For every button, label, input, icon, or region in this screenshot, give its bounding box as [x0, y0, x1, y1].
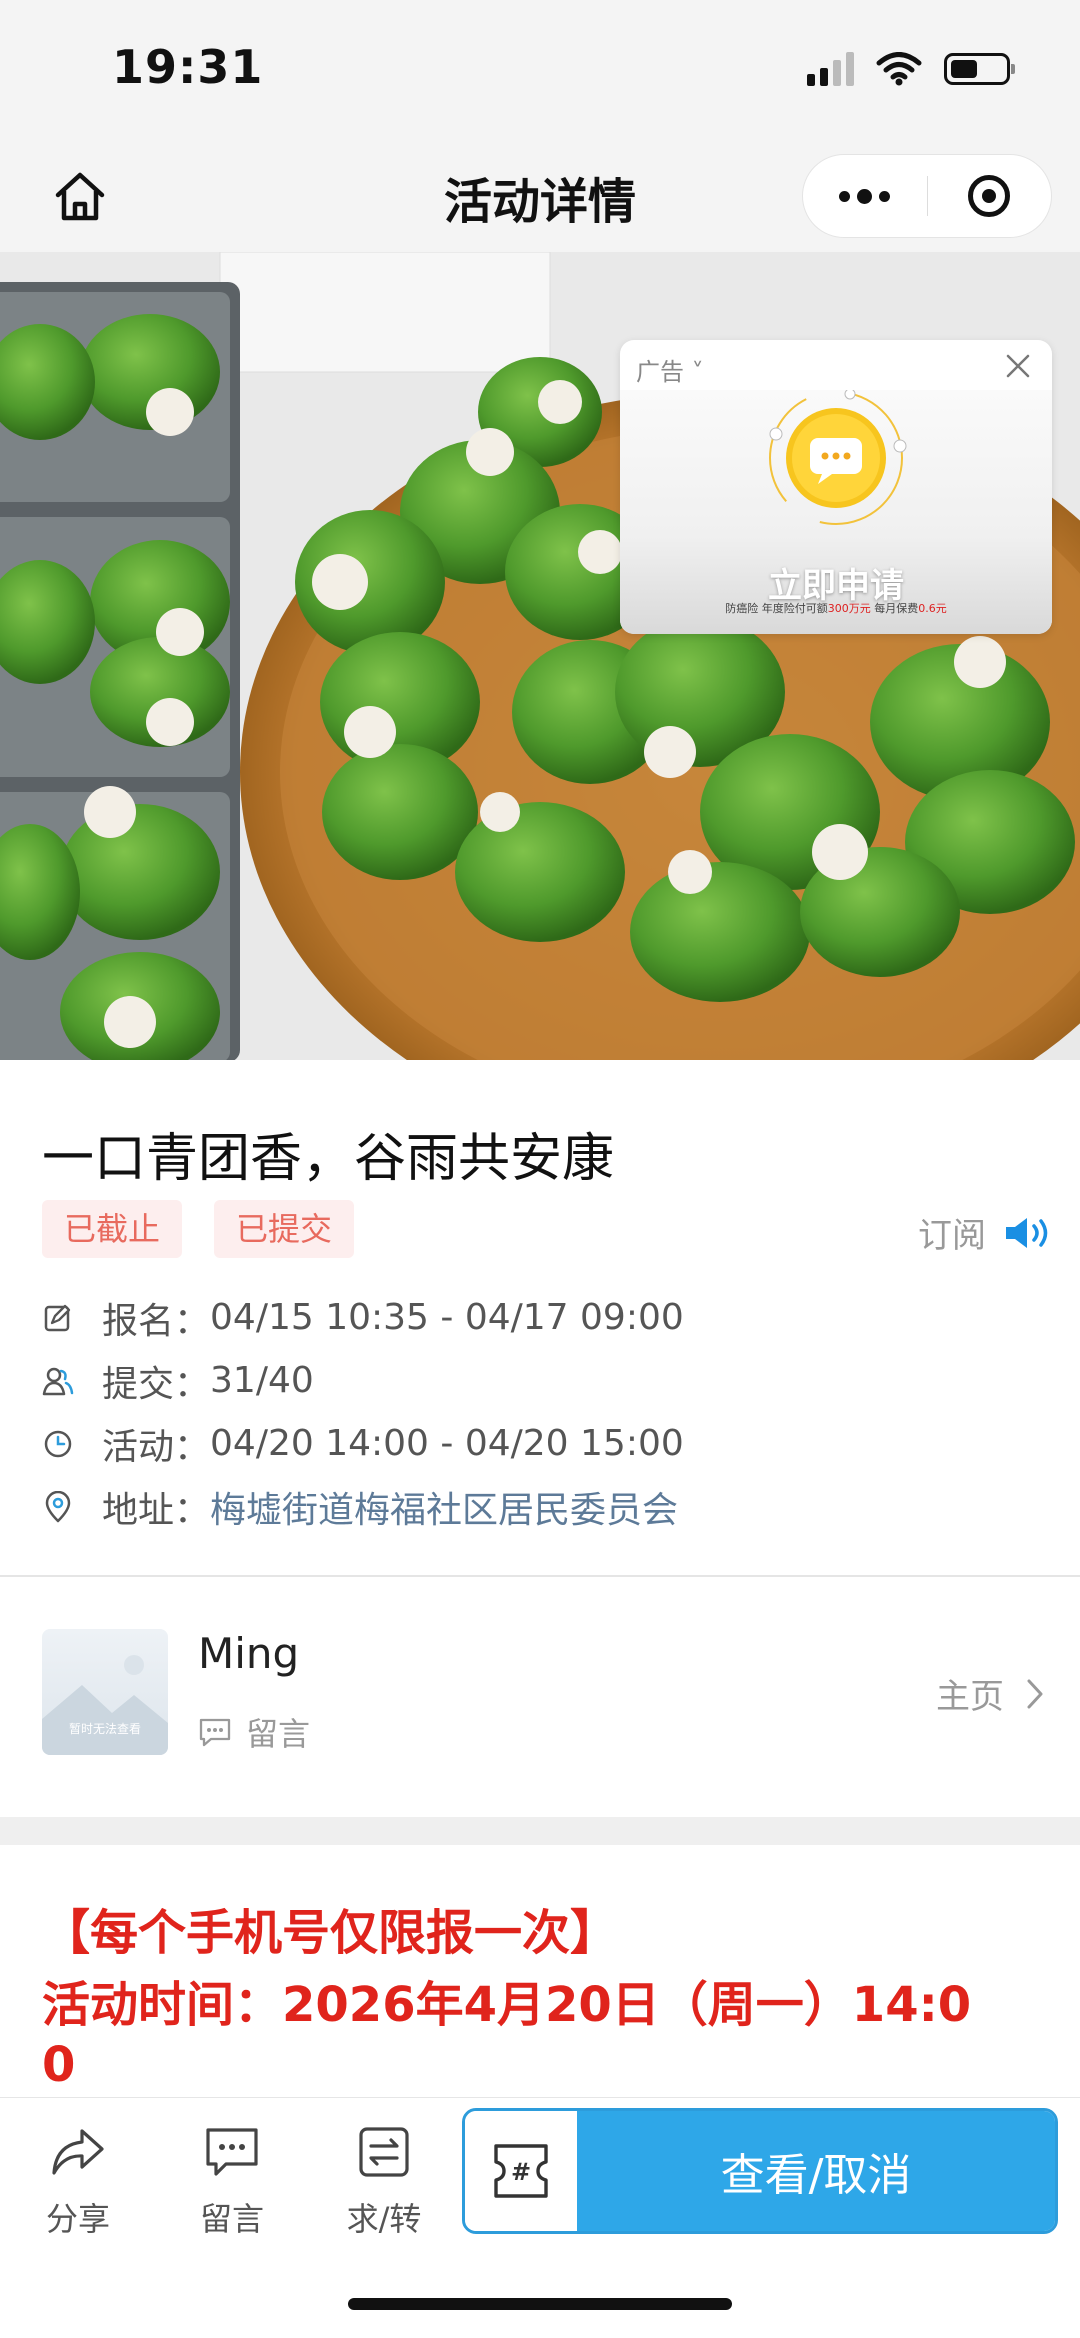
- cellular-signal-icon: [807, 52, 854, 86]
- home-indicator: [348, 2298, 732, 2310]
- transfer-icon: [359, 2127, 409, 2177]
- avatar[interactable]: 暂时无法查看: [42, 1629, 168, 1755]
- close-mini-program-button[interactable]: [928, 155, 1052, 237]
- more-dot-icon: [879, 190, 891, 202]
- people-icon: [42, 1365, 74, 1397]
- view-cancel-label: 查看/取消: [577, 2111, 1055, 2231]
- view-cancel-button[interactable]: # 查看/取消: [462, 2108, 1058, 2234]
- subscribe-button[interactable]: 订阅: [918, 1208, 1054, 1257]
- more-button[interactable]: [803, 155, 927, 237]
- subscribe-label: 订阅: [918, 1216, 986, 1256]
- address-link[interactable]: 梅墟街道梅福社区居民委员会: [210, 1481, 678, 1533]
- chat-bubble-icon: [769, 388, 907, 525]
- nav-bar: 活动详情: [0, 140, 1080, 252]
- transfer-label: 求/转: [346, 2200, 422, 2238]
- activity-time-row: 活动： 04/20 14:00 - 04/20 15:00: [42, 1412, 684, 1475]
- status-bar: 19:31: [0, 0, 1080, 140]
- ad-banner[interactable]: 广告 ˅ 立即申请 防癌险 年度险付可额300万元 每月保费0.6元: [620, 340, 1052, 634]
- speaker-icon: [1006, 1217, 1048, 1248]
- event-title: 一口青团香，谷雨共安康: [42, 1129, 615, 1189]
- comment-button[interactable]: 留言: [172, 2120, 292, 2240]
- share-button[interactable]: 分享: [18, 2120, 138, 2240]
- chevron-right-icon: [1027, 1679, 1043, 1708]
- status-badge-submitted: 已提交: [214, 1200, 355, 1258]
- organizer-message-link[interactable]: 留言: [198, 1709, 310, 1755]
- homepage-label: 主页: [936, 1677, 1004, 1717]
- signup-period-row: 报名： 04/15 10:35 - 04/17 09:00: [42, 1286, 684, 1349]
- row-value: 04/20 14:00 - 04/20 15:00: [210, 1423, 684, 1464]
- share-label: 分享: [45, 2200, 110, 2238]
- comment-icon: [206, 2128, 258, 2176]
- avatar-placeholder-text: 暂时无法查看: [68, 1722, 141, 1736]
- ad-fine-print: 防癌险 年度险付可额300万元 每月保费0.6元: [725, 602, 947, 615]
- event-info-section: 一口青团香，谷雨共安康 已截止 已提交 订阅 报名： 04/15 10:35 -…: [0, 1060, 1080, 1575]
- battery-icon: [944, 53, 1015, 85]
- wifi-icon: [876, 52, 922, 86]
- section-gap: [0, 1817, 1080, 1845]
- svg-text:#: #: [511, 2158, 531, 2186]
- message-icon: [199, 1718, 231, 1747]
- more-dot-icon: [839, 190, 851, 202]
- event-description: 【每个手机号仅限报一次】 活动时间：2026年4月20日（周一）14:0 0: [0, 1845, 1080, 2097]
- close-icon: [1006, 354, 1030, 378]
- event-details-list: 报名： 04/15 10:35 - 04/17 09:00 提交： 31/40 …: [42, 1286, 684, 1538]
- row-value: 04/15 10:35 - 04/17 09:00: [210, 1297, 684, 1338]
- mini-program-capsule: [802, 154, 1052, 238]
- transfer-button[interactable]: 求/转: [324, 2120, 444, 2240]
- address-row[interactable]: 地址： 梅墟街道梅福社区居民委员会: [42, 1475, 684, 1538]
- clock-icon: [42, 1428, 74, 1460]
- status-time: 19:31: [112, 40, 264, 94]
- row-label: 提交：: [102, 1363, 211, 1405]
- ticket-icon: #: [494, 2144, 548, 2198]
- target-icon: [968, 175, 1011, 217]
- status-icons: [807, 52, 1015, 86]
- location-icon: [42, 1490, 74, 1523]
- organizer-name: Ming: [198, 1629, 300, 1678]
- ad-label[interactable]: 广告 ˅: [636, 352, 704, 387]
- notice-line: 活动时间：2026年4月20日（周一）14:0: [42, 1977, 972, 2033]
- organizer-card: 暂时无法查看 Ming 留言 主页: [0, 1577, 1080, 1817]
- share-icon: [52, 2129, 104, 2175]
- row-label: 活动：: [102, 1426, 211, 1468]
- ad-close-button[interactable]: [998, 346, 1038, 386]
- message-label: 留言: [246, 1715, 311, 1753]
- notice-line: 【每个手机号仅限报一次】: [42, 1905, 619, 1961]
- submission-count-row: 提交： 31/40: [42, 1349, 684, 1412]
- notice-line: 0: [42, 2037, 76, 2093]
- comment-label: 留言: [199, 2200, 264, 2238]
- more-dot-icon: [857, 188, 873, 204]
- ticket-icon-area: #: [465, 2111, 577, 2231]
- edit-icon: [42, 1302, 74, 1334]
- row-label: 地址：: [102, 1489, 211, 1531]
- row-value: 31/40: [210, 1360, 314, 1401]
- row-label: 报名：: [102, 1300, 211, 1342]
- organizer-homepage-link[interactable]: 主页: [936, 1669, 1044, 1718]
- status-badge-closed: 已截止: [42, 1200, 183, 1258]
